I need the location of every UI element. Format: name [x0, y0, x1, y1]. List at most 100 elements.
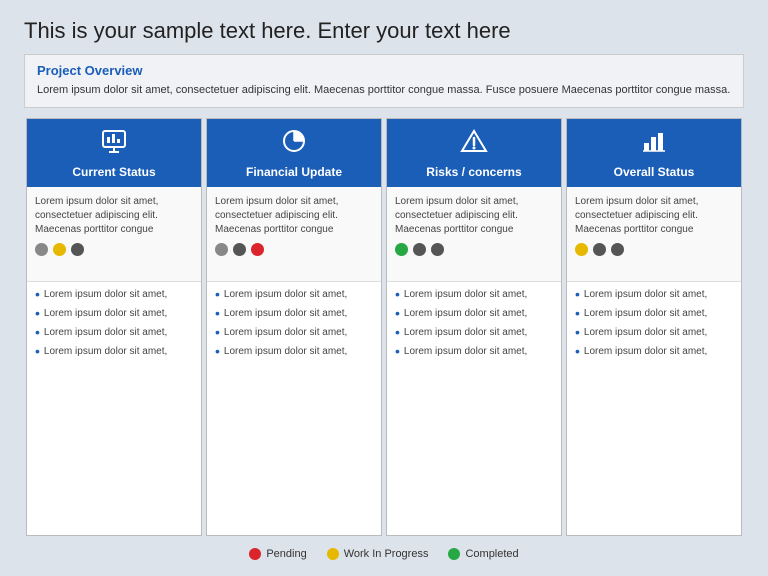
status-dot-risks-concerns-1 [413, 243, 426, 256]
bullet-dot-icon: • [215, 325, 220, 339]
bullet-item-risks-concerns-1: • Lorem ipsum dolor sit amet, [395, 307, 553, 321]
status-dot-current-status-0 [35, 243, 48, 256]
bullet-dot-icon: • [35, 325, 40, 339]
status-dot-current-status-2 [71, 243, 84, 256]
status-dot-financial-update-1 [233, 243, 246, 256]
project-overview-box: Project Overview Lorem ipsum dolor sit a… [24, 54, 744, 108]
bullet-text: Lorem ipsum dolor sit amet, [404, 288, 527, 302]
chart-icon [100, 127, 128, 161]
bullet-item-current-status-3: • Lorem ipsum dolor sit amet, [35, 345, 193, 359]
legend-dot-yellow [327, 548, 339, 560]
bullet-text: Lorem ipsum dolor sit amet, [404, 307, 527, 321]
status-section-risks-concerns: Lorem ipsum dolor sit amet, consectetuer… [387, 187, 561, 282]
bullet-item-overall-status-0: • Lorem ipsum dolor sit amet, [575, 288, 733, 302]
column-overall-status: Overall Status Lorem ipsum dolor sit amet… [566, 118, 742, 537]
legend-item-yellow: Work In Progress [327, 548, 429, 560]
bullet-text: Lorem ipsum dolor sit amet, [224, 307, 347, 321]
legend-label-red: Pending [266, 548, 306, 560]
status-text-current-status: Lorem ipsum dolor sit amet, consectetuer… [35, 195, 193, 237]
column-header-risks-concerns: Risks / concerns [387, 119, 561, 187]
bullet-item-overall-status-3: • Lorem ipsum dolor sit amet, [575, 345, 733, 359]
bullet-section-financial-update: • Lorem ipsum dolor sit amet, • Lorem ipsum… [207, 282, 381, 536]
legend-label-yellow: Work In Progress [344, 548, 429, 560]
status-dot-overall-status-0 [575, 243, 588, 256]
bullet-item-financial-update-3: • Lorem ipsum dolor sit amet, [215, 345, 373, 359]
bullet-dot-icon: • [35, 306, 40, 320]
bullet-dot-icon: • [395, 325, 400, 339]
status-dot-overall-status-1 [593, 243, 606, 256]
bullet-section-overall-status: • Lorem ipsum dolor sit amet, • Lorem ipsum… [567, 282, 741, 536]
bullet-text: Lorem ipsum dolor sit amet, [404, 326, 527, 340]
status-dot-risks-concerns-0 [395, 243, 408, 256]
bullet-text: Lorem ipsum dolor sit amet, [44, 288, 167, 302]
status-text-overall-status: Lorem ipsum dolor sit amet, consectetuer… [575, 195, 733, 237]
legend-dot-red [249, 548, 261, 560]
bar-chart-icon [640, 127, 668, 161]
dots-row-current-status [35, 243, 193, 256]
dots-row-overall-status [575, 243, 733, 256]
bullet-item-risks-concerns-2: • Lorem ipsum dolor sit amet, [395, 326, 553, 340]
column-header-current-status: Current Status [27, 119, 201, 187]
bullet-dot-icon: • [395, 344, 400, 358]
bullet-text: Lorem ipsum dolor sit amet, [584, 288, 707, 302]
bullet-dot-icon: • [395, 306, 400, 320]
status-dot-overall-status-2 [611, 243, 624, 256]
legend-dot-green [448, 548, 460, 560]
status-text-risks-concerns: Lorem ipsum dolor sit amet, consectetuer… [395, 195, 553, 237]
bullet-item-current-status-0: •Lorem ipsum dolor sit amet, [35, 288, 193, 302]
bullet-dot-icon: • [395, 287, 400, 301]
bullet-dot-icon: • [215, 287, 220, 301]
bullet-item-financial-update-0: • Lorem ipsum dolor sit amet, [215, 288, 373, 302]
column-label-risks-concerns: Risks / concerns [426, 165, 521, 179]
status-dot-current-status-1 [53, 243, 66, 256]
status-section-current-status: Lorem ipsum dolor sit amet, consectetuer… [27, 187, 201, 282]
warning-icon [460, 127, 488, 161]
legend-label-green: Completed [465, 548, 518, 560]
bullet-dot-icon: • [575, 306, 580, 320]
dots-row-financial-update [215, 243, 373, 256]
bullet-dot-icon: • [575, 287, 580, 301]
status-section-financial-update: Lorem ipsum dolor sit amet, consectetuer… [207, 187, 381, 282]
status-dot-financial-update-0 [215, 243, 228, 256]
bullet-item-current-status-2: • Lorem ipsum dolor sit amet, [35, 326, 193, 340]
bullet-item-financial-update-1: •Lorem ipsum dolor sit amet, [215, 307, 373, 321]
column-current-status: Current Status Lorem ipsum dolor sit amet… [26, 118, 202, 537]
status-text-financial-update: Lorem ipsum dolor sit amet, consectetuer… [215, 195, 373, 237]
main-title: This is your sample text here. Enter you… [24, 18, 744, 44]
column-label-current-status: Current Status [72, 165, 155, 179]
column-label-financial-update: Financial Update [246, 165, 342, 179]
legend-row: Pending Work In Progress Completed [24, 544, 744, 562]
column-risks-concerns: Risks / concerns Lorem ipsum dolor sit am… [386, 118, 562, 537]
legend-item-red: Pending [249, 548, 306, 560]
bullet-item-risks-concerns-0: • Lorem ipsum dolor sit amet, [395, 288, 553, 302]
bullet-text: Lorem ipsum dolor sit amet, [584, 326, 707, 340]
status-dot-financial-update-2 [251, 243, 264, 256]
bullet-text: Lorem ipsum dolor sit amet, [584, 345, 707, 359]
bullet-section-risks-concerns: • Lorem ipsum dolor sit amet, • Lorem ipsum… [387, 282, 561, 536]
project-overview-title: Project Overview [37, 63, 731, 78]
bullet-text: Lorem ipsum dolor sit amet, [404, 345, 527, 359]
legend-item-green: Completed [448, 548, 518, 560]
column-financial-update: Financial Update Lorem ipsum dolor sit am… [206, 118, 382, 537]
bullet-text: Lorem ipsum dolor sit amet, [44, 326, 167, 340]
bullet-text: Lorem ipsum dolor sit amet, [224, 288, 347, 302]
dots-row-risks-concerns [395, 243, 553, 256]
bullet-dot-icon: • [575, 325, 580, 339]
bullet-dot-icon: • [575, 344, 580, 358]
bullet-text: Lorem ipsum dolor sit amet, [224, 345, 347, 359]
bullet-text: Lorem ipsum dolor sit amet, [584, 307, 707, 321]
status-dot-risks-concerns-2 [431, 243, 444, 256]
bullet-text: Lorem ipsum dolor sit amet, [44, 307, 167, 321]
bullet-dot-icon: • [215, 344, 220, 358]
bullet-section-current-status: • Lorem ipsum dolor sit amet, • Lorem ipsum… [27, 282, 201, 536]
columns-container: Current Status Lorem ipsum dolor sit amet… [24, 118, 744, 537]
bullet-item-financial-update-2: •Lorem ipsum dolor sit amet, [215, 326, 373, 340]
pie-chart-icon [280, 127, 308, 161]
project-overview-text: Lorem ipsum dolor sit amet, consectetuer… [37, 82, 731, 99]
column-label-overall-status: Overall Status [614, 165, 695, 179]
bullet-item-overall-status-2: • Lorem ipsum dolor sit amet, [575, 326, 733, 340]
bullet-text: Lorem ipsum dolor sit amet, [44, 345, 167, 359]
bullet-dot-icon: • [35, 344, 40, 358]
status-section-overall-status: Lorem ipsum dolor sit amet, consectetuer… [567, 187, 741, 282]
column-header-overall-status: Overall Status [567, 119, 741, 187]
